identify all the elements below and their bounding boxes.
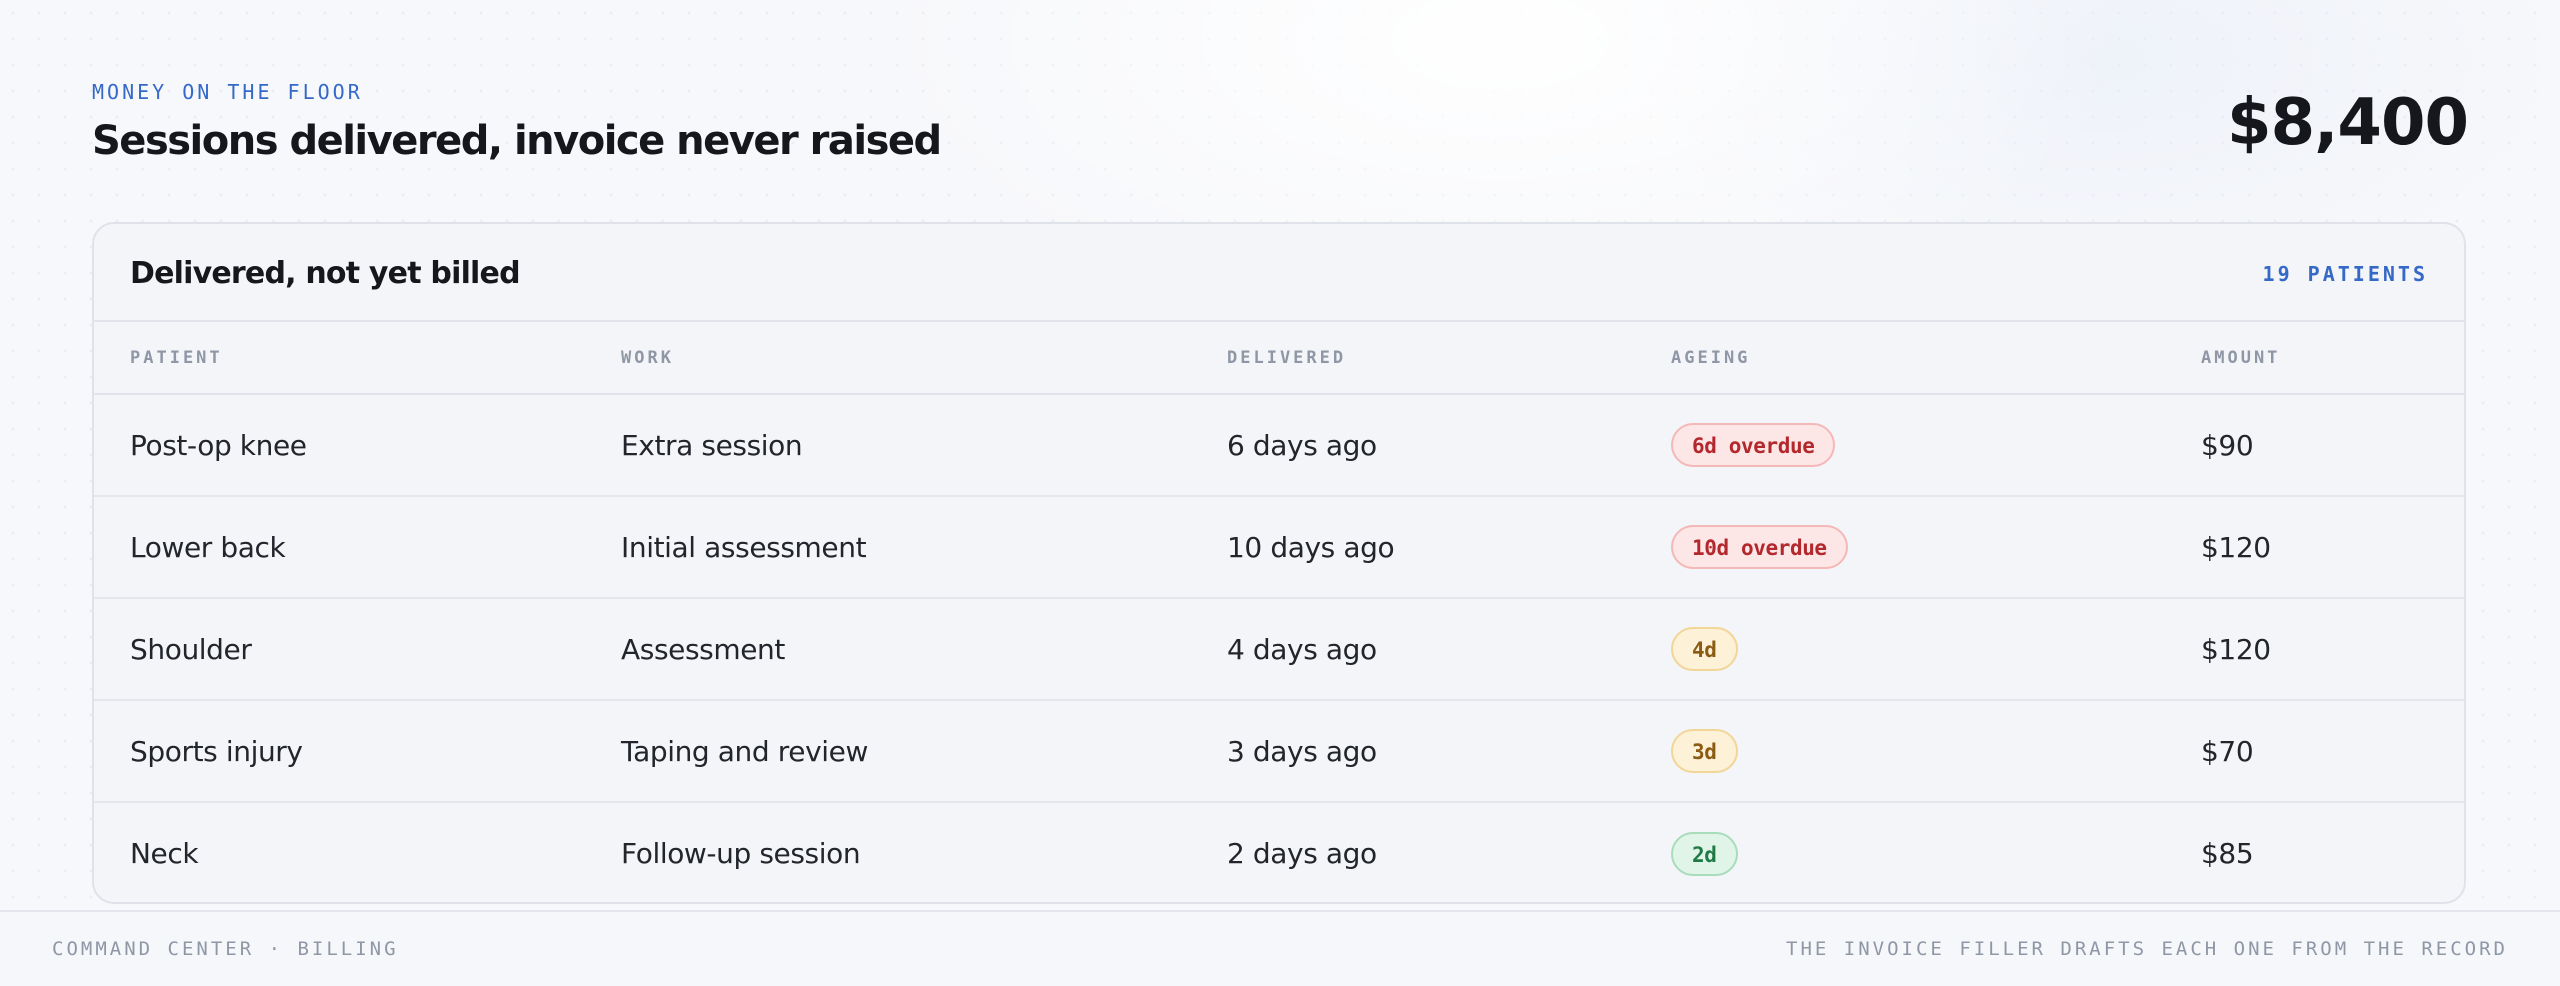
amount-cell: $70	[2201, 700, 2464, 803]
delivered-cell: 2 days ago	[1227, 837, 1377, 870]
ageing-badge-warning: 3d	[1671, 729, 1738, 773]
table-row[interactable]: Neck Follow-up session 2 days ago 2d $85	[94, 802, 2464, 902]
sessions-table: PATIENT WORK DELIVERED AGEING AMOUNT Pos…	[94, 322, 2464, 902]
delivered-cell: 10 days ago	[1227, 496, 1671, 599]
column-header-ageing[interactable]: AGEING	[1671, 322, 2201, 395]
patient-cell: Lower back	[130, 496, 621, 599]
ageing-cell: 4d	[1671, 598, 2201, 701]
patient-count[interactable]: 19 PATIENTS	[2263, 262, 2428, 286]
table-row[interactable]: Post-op knee Extra session 6 days ago 6d…	[94, 394, 2464, 497]
work-cell: Assessment	[621, 598, 1227, 701]
column-header-delivered[interactable]: DELIVERED	[1227, 322, 1671, 395]
column-header-amount[interactable]: AMOUNT	[2201, 322, 2464, 395]
work-cell: Extra session	[621, 394, 1227, 497]
section-eyebrow: MONEY ON THE FLOOR	[92, 80, 363, 104]
column-header-patient[interactable]: PATIENT	[130, 322, 621, 395]
delivered-cell: 4 days ago	[1227, 598, 1671, 701]
table-row[interactable]: Sports injury Taping and review 3 days a…	[94, 700, 2464, 803]
patient-cell: Post-op knee	[130, 394, 621, 497]
footer-breadcrumb: COMMAND CENTER · BILLING	[52, 938, 399, 960]
patient-cell: Sports injury	[130, 700, 621, 803]
ageing-cell: 3d	[1671, 700, 2201, 803]
card-header: Delivered, not yet billed 19 PATIENTS	[94, 224, 2464, 322]
ageing-badge-overdue: 10d overdue	[1671, 525, 1848, 569]
table-row[interactable]: Shoulder Assessment 4 days ago 4d $120	[94, 598, 2464, 701]
patient-cell: Shoulder	[130, 598, 621, 701]
amount-cell: $120	[2201, 598, 2464, 701]
ageing-badge-ok: 2d	[1671, 831, 1738, 876]
footer-note: THE INVOICE FILLER DRAFTS EACH ONE FROM …	[1786, 938, 2508, 960]
delivered-cell: 6 days ago	[1227, 394, 1671, 497]
page-title: Sessions delivered, invoice never raised	[92, 118, 942, 164]
delivered-cell: 3 days ago	[1227, 700, 1671, 803]
footer-bar: COMMAND CENTER · BILLING THE INVOICE FIL…	[0, 910, 2560, 986]
work-cell: Taping and review	[621, 700, 1227, 803]
table-header-row: PATIENT WORK DELIVERED AGEING AMOUNT	[94, 322, 2464, 395]
amount-cell: $85	[2201, 837, 2254, 870]
unbilled-sessions-card: Delivered, not yet billed 19 PATIENTS PA…	[92, 222, 2466, 904]
ageing-cell: 6d overdue	[1671, 394, 2201, 497]
work-cell: Follow-up session	[621, 837, 861, 870]
billing-panel: MONEY ON THE FLOOR Sessions delivered, i…	[0, 0, 2560, 986]
patient-cell: Neck	[130, 837, 199, 870]
card-title: Delivered, not yet billed	[130, 256, 521, 291]
ageing-cell: 2d	[1671, 802, 2201, 902]
unbilled-total: $8,400	[2227, 86, 2469, 160]
table-row[interactable]: Lower back Initial assessment 10 days ag…	[94, 496, 2464, 599]
work-cell: Initial assessment	[621, 496, 1227, 599]
ageing-badge-warning: 4d	[1671, 627, 1738, 671]
ageing-badge-overdue: 6d overdue	[1671, 423, 1836, 467]
amount-cell: $90	[2201, 394, 2464, 497]
column-header-work[interactable]: WORK	[621, 322, 1227, 395]
ageing-cell: 10d overdue	[1671, 496, 2201, 599]
amount-cell: $120	[2201, 496, 2464, 599]
